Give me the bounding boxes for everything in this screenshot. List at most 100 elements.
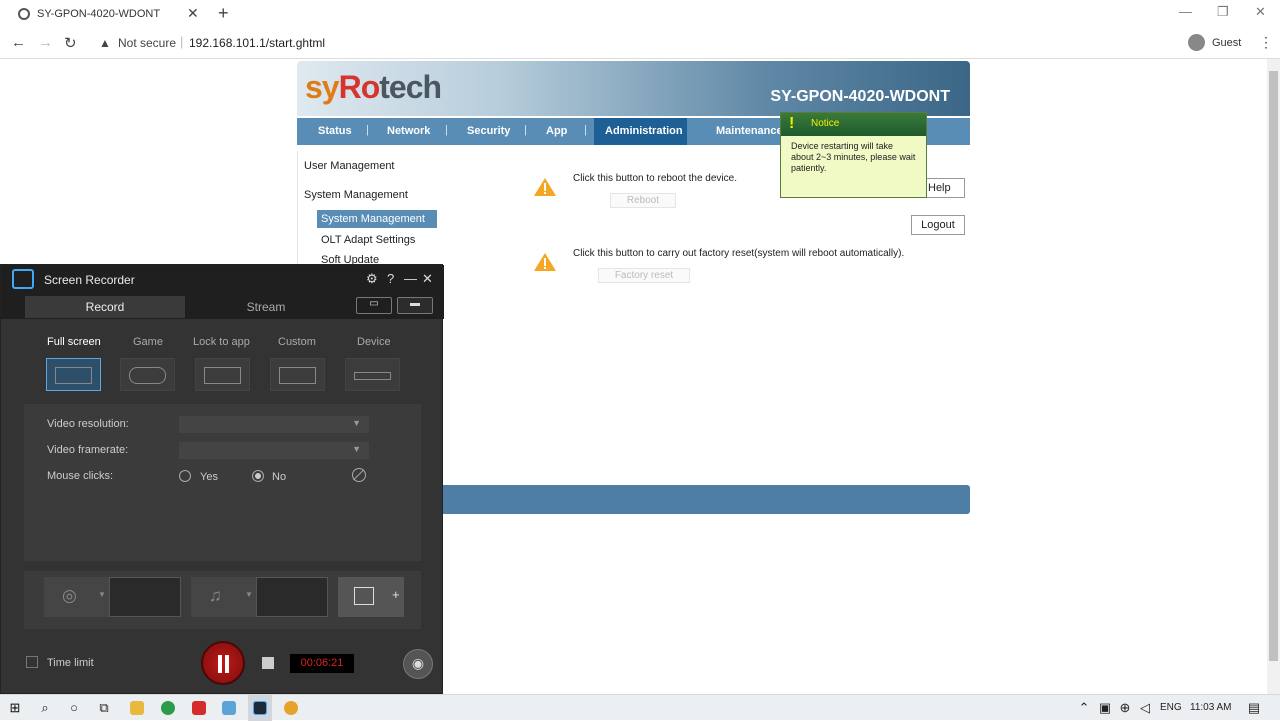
mode-game-button[interactable]: [120, 358, 175, 391]
recorder-options-panel: Video resolution: ▼ Video framerate: ▼ M…: [24, 404, 421, 561]
mode-full-screen-button[interactable]: [46, 358, 101, 391]
tab-record[interactable]: Record: [25, 296, 185, 318]
time-limit-checkbox[interactable]: [26, 656, 38, 668]
nav-status[interactable]: Status: [318, 125, 352, 137]
full-view-icon[interactable]: ▬: [397, 297, 433, 314]
nav-network[interactable]: Network: [387, 125, 430, 137]
mode-lock-to-app-label: Lock to app: [193, 336, 250, 348]
kebab-menu-icon[interactable]: ⋮: [1259, 34, 1273, 51]
notice-header: ! Notice: [781, 113, 926, 136]
scrollbar-thumb[interactable]: [1269, 71, 1278, 661]
back-icon[interactable]: ←: [11, 34, 26, 51]
gear-icon[interactable]: ⚙: [366, 271, 378, 287]
effects-button[interactable]: +: [338, 577, 404, 617]
page-scrollbar[interactable]: [1267, 59, 1280, 694]
notice-title: Notice: [811, 118, 840, 129]
globe-icon[interactable]: ⊕: [1117, 700, 1133, 716]
screenshot-camera-button[interactable]: ◉: [403, 649, 433, 679]
tab-title: SY-GPON-4020-WDONT: [37, 8, 161, 20]
video-resolution-select[interactable]: ▼: [179, 416, 369, 433]
profile-avatar-icon[interactable]: [1188, 34, 1205, 51]
restore-icon[interactable]: ❐: [1217, 4, 1229, 20]
webcam-preview: [109, 577, 181, 617]
task-view-icon[interactable]: ⧉: [96, 700, 112, 716]
mouse-clicks-no-label[interactable]: No: [272, 471, 286, 483]
exclamation-icon: !: [789, 115, 795, 132]
webcam-button[interactable]: ◎ ▼: [44, 577, 109, 617]
webcam-icon: ◎: [62, 586, 77, 605]
microphone-button[interactable]: ♫ ▼: [191, 577, 256, 617]
forward-icon[interactable]: →: [38, 34, 53, 51]
logout-button[interactable]: Logout: [911, 215, 965, 235]
chrome-guest-icon[interactable]: [284, 701, 298, 715]
screen-recorder-taskbar-icon[interactable]: [253, 701, 267, 715]
warning-icon: [534, 178, 556, 196]
factory-reset-description: Click this button to carry out factory r…: [573, 248, 905, 259]
close-tab-icon[interactable]: ✕: [187, 5, 199, 22]
minimize-icon[interactable]: —: [404, 271, 417, 286]
chevron-up-icon[interactable]: ⌃: [1076, 700, 1092, 716]
video-framerate-label: Video framerate:: [47, 444, 129, 456]
mode-game-label: Game: [133, 336, 163, 348]
help-button[interactable]: Help: [924, 178, 965, 198]
sidebar-system-management[interactable]: System Management: [304, 189, 408, 201]
recording-timer: 00:06:21: [290, 654, 354, 673]
add-icon[interactable]: +: [392, 587, 400, 602]
windows-taskbar: ⊞ ⌕ ○ ⧉ ⌃ ▣ ⊕ ◁ ENG 11:03 AM ▤: [0, 694, 1280, 721]
nav-security[interactable]: Security: [467, 125, 510, 137]
stop-button[interactable]: [262, 657, 274, 669]
notice-body: Device restarting will take about 2~3 mi…: [791, 141, 916, 173]
mode-lock-to-app-button[interactable]: [195, 358, 250, 391]
close-icon[interactable]: ✕: [422, 271, 433, 287]
profile-label[interactable]: Guest: [1212, 37, 1241, 49]
video-framerate-select[interactable]: ▼: [179, 442, 369, 459]
address-bar-row: ← → ↻ ▲ Not secure | 192.168.101.1/start…: [0, 28, 1280, 59]
nav-administration[interactable]: Administration: [605, 125, 683, 137]
file-explorer-icon[interactable]: [130, 701, 144, 715]
mode-device-button[interactable]: [345, 358, 400, 391]
pause-button[interactable]: [201, 641, 245, 685]
windows-start-icon[interactable]: ⊞: [7, 700, 23, 716]
clock[interactable]: 11:03 AM: [1190, 702, 1232, 713]
chevron-down-icon: ▼: [352, 418, 361, 428]
mouse-clicks-no-radio[interactable]: [252, 470, 264, 482]
chrome-icon[interactable]: [161, 701, 175, 715]
sidebar-sub-olt-adapt[interactable]: OLT Adapt Settings: [321, 234, 415, 246]
nav-app[interactable]: App: [546, 125, 567, 137]
factory-reset-button[interactable]: Factory reset: [598, 268, 690, 283]
cortana-icon[interactable]: ○: [66, 700, 82, 716]
nav-maintenance[interactable]: Maintenance: [716, 125, 783, 137]
compact-view-icon[interactable]: ▭: [356, 297, 392, 314]
app-window-icon: [204, 367, 241, 384]
volume-icon[interactable]: ◁: [1137, 700, 1153, 716]
not-secure-label[interactable]: Not secure: [118, 36, 176, 50]
recorder-titlebar[interactable]: Screen Recorder ⚙ ? — ✕: [1, 265, 444, 293]
warning-icon: [534, 253, 556, 271]
warning-icon[interactable]: ▲: [99, 36, 111, 50]
tab-stream[interactable]: Stream: [185, 296, 347, 318]
new-tab-button[interactable]: +: [218, 3, 229, 24]
time-limit-label[interactable]: Time limit: [47, 657, 94, 669]
mouse-clicks-yes-radio[interactable]: [179, 470, 191, 482]
search-icon[interactable]: ⌕: [37, 700, 53, 716]
window-close-icon[interactable]: ✕: [1255, 4, 1266, 20]
browser-tab[interactable]: SY-GPON-4020-WDONT ✕: [8, 0, 208, 28]
notification-icon[interactable]: ▤: [1246, 700, 1262, 716]
reboot-button[interactable]: Reboot: [610, 193, 676, 208]
logo-part-ro: Ro: [338, 69, 381, 105]
reload-icon[interactable]: ↻: [64, 34, 77, 52]
effects-icon: [354, 587, 374, 605]
help-icon[interactable]: ?: [387, 271, 394, 286]
minimize-icon[interactable]: —: [1179, 4, 1192, 19]
mouse-clicks-label: Mouse clicks:: [47, 470, 114, 482]
mode-custom-button[interactable]: [270, 358, 325, 391]
ban-icon: [352, 468, 366, 482]
recorder-app-icon[interactable]: [192, 701, 206, 715]
sidebar-user-management[interactable]: User Management: [304, 160, 395, 172]
network-icon[interactable]: ▣: [1097, 700, 1113, 716]
app-icon[interactable]: [222, 701, 236, 715]
sidebar-sub-system-management[interactable]: System Management: [317, 210, 437, 228]
language-indicator[interactable]: ENG: [1160, 702, 1182, 713]
mouse-clicks-yes-label[interactable]: Yes: [200, 471, 218, 483]
url-field[interactable]: 192.168.101.1/start.ghtml: [189, 36, 325, 50]
